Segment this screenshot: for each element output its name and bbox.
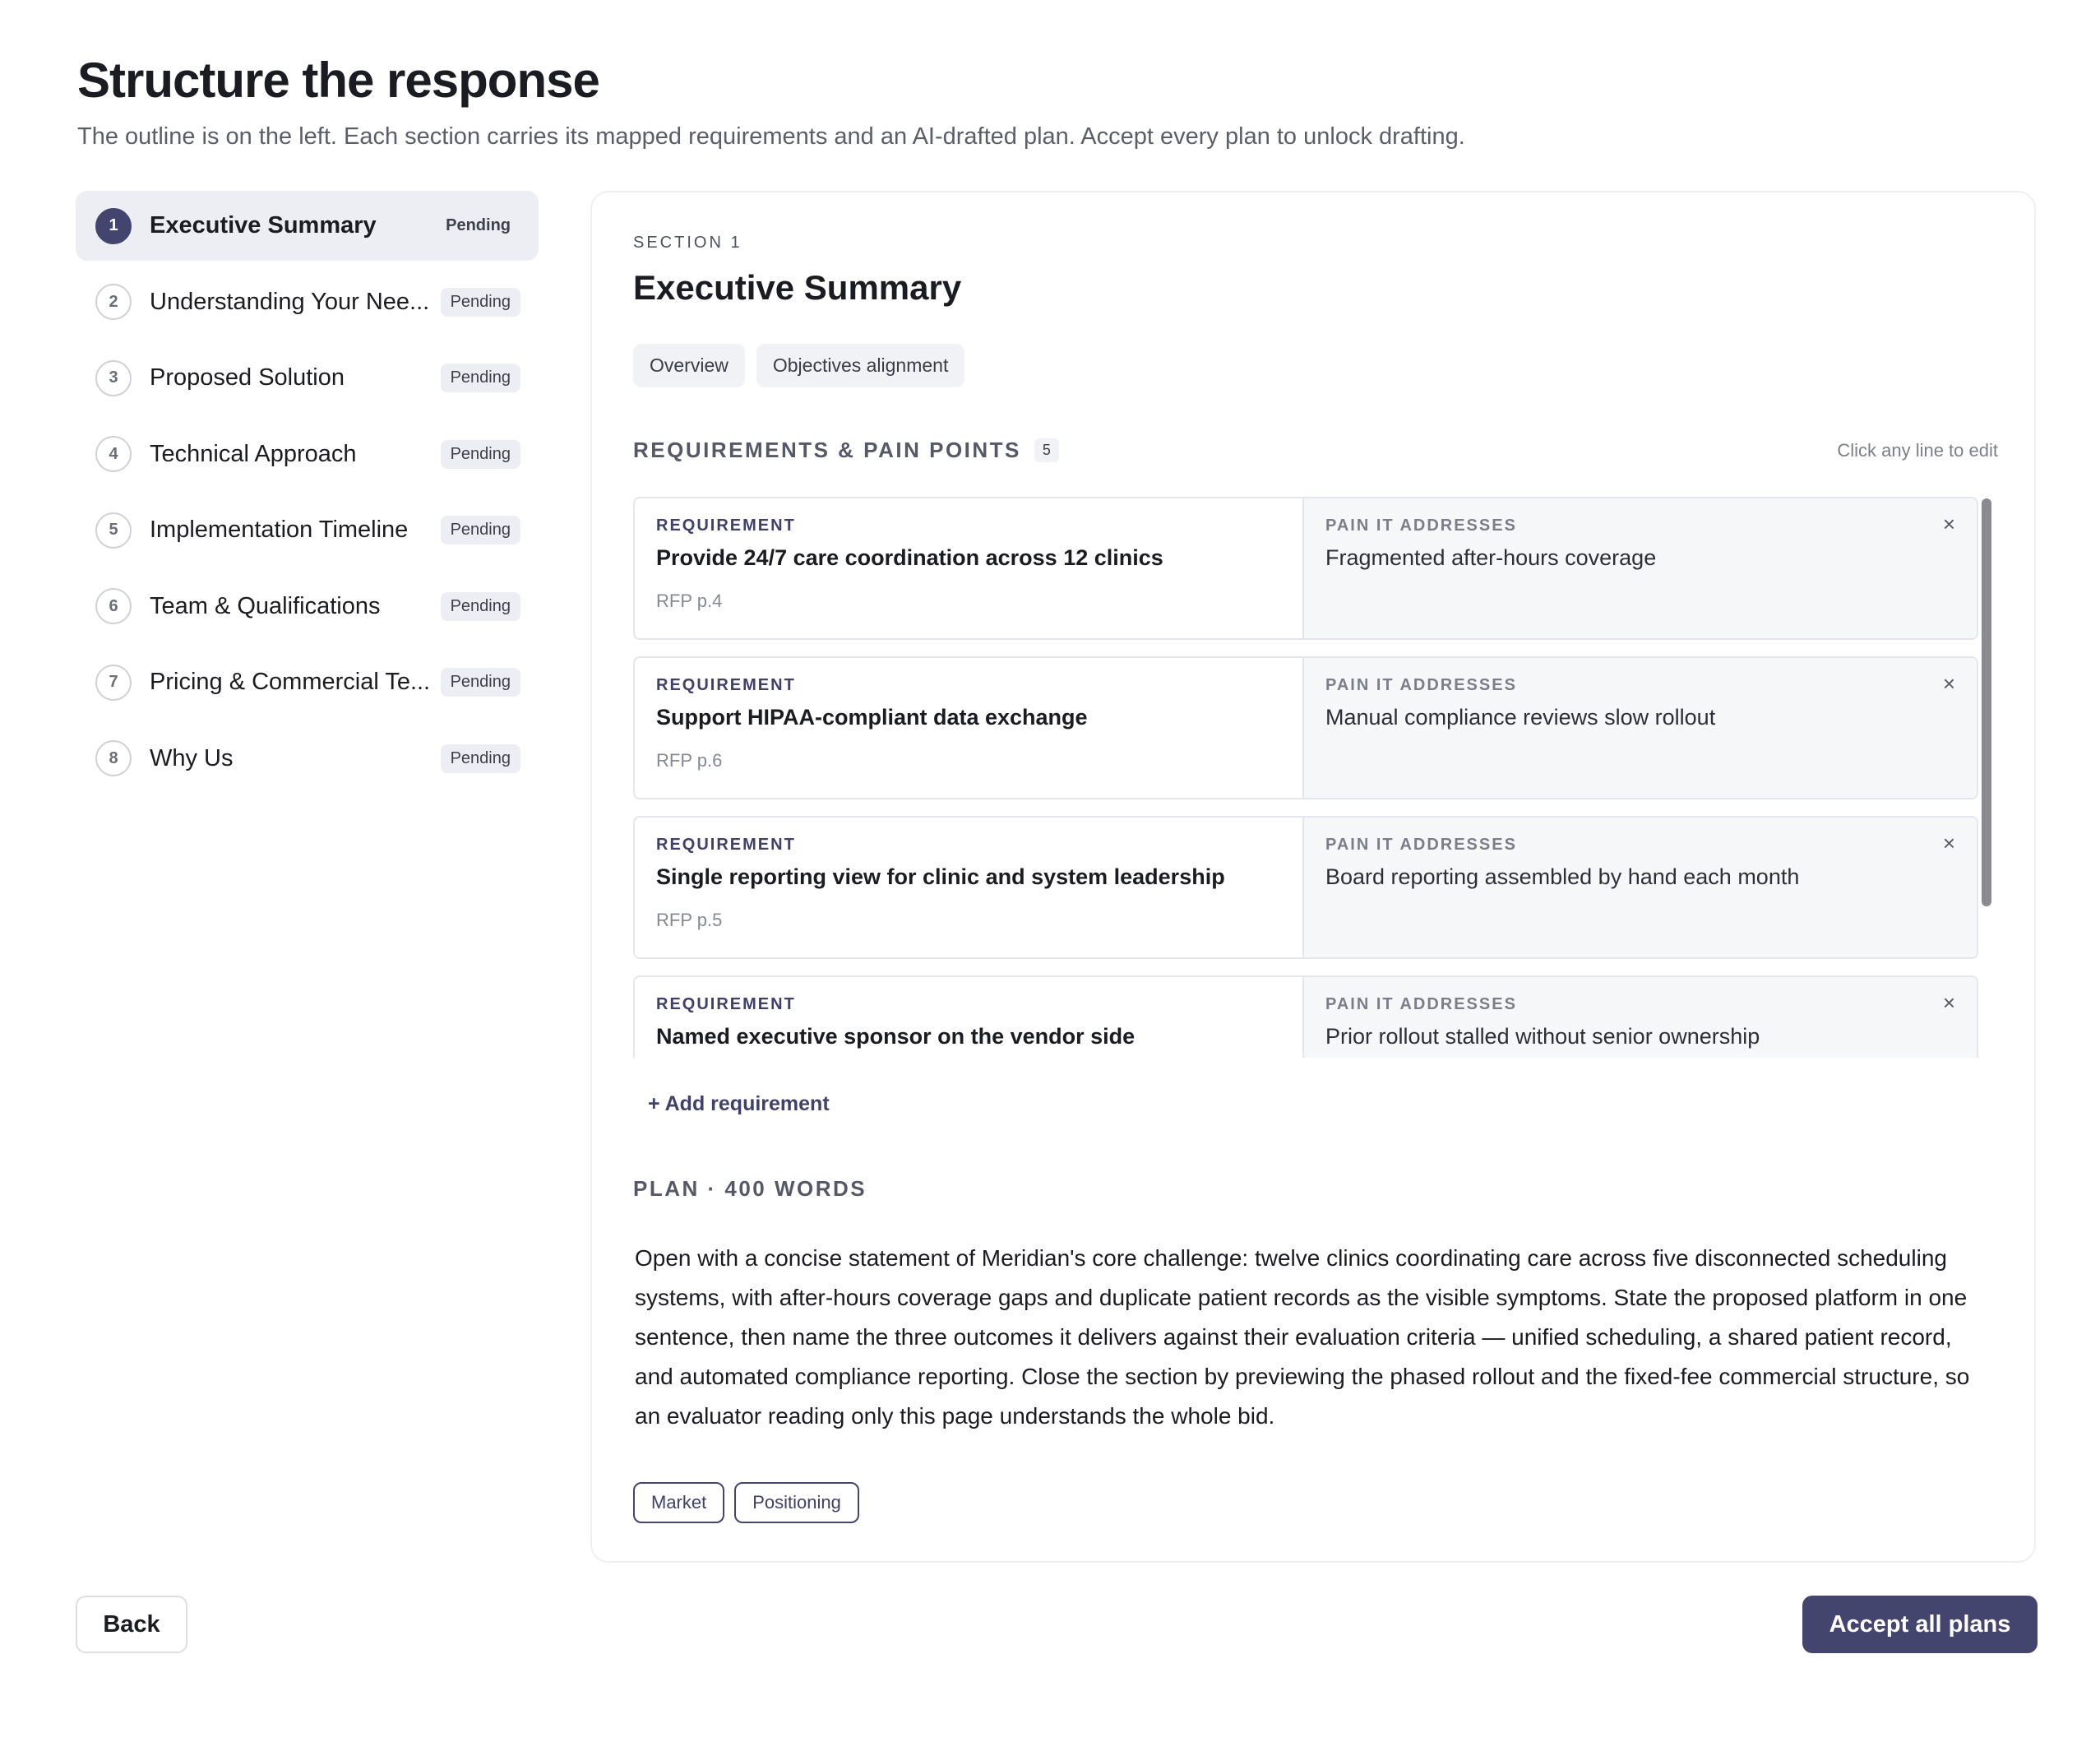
requirement-ref: RFP p.4	[656, 591, 723, 611]
requirement-cell[interactable]: REQUIREMENT Single reporting view for cl…	[635, 818, 1304, 957]
outline-label: Team & Qualifications	[150, 592, 381, 619]
requirement-cell[interactable]: REQUIREMENT Provide 24/7 care coordinati…	[635, 498, 1304, 638]
requirements-scrollbar[interactable]	[1982, 498, 1991, 906]
plan-tag[interactable]: Positioning	[734, 1482, 859, 1523]
outline-item-team-qualifications[interactable]: 6 Team & Qualifications Pending	[76, 572, 539, 642]
requirements-hint: Click any line to edit	[1837, 439, 1998, 461]
status-badge: Pending	[440, 668, 520, 697]
requirement-label: REQUIREMENT	[656, 836, 796, 854]
pain-cell[interactable]: PAIN IT ADDRESSES Prior rollout stalled …	[1304, 977, 1977, 1058]
requirements-header: REQUIREMENTS & PAIN POINTS 5 Click any l…	[633, 438, 1998, 463]
pain-text[interactable]: Prior rollout stalled without senior own…	[1325, 1024, 1955, 1049]
outline-number: 8	[95, 740, 132, 776]
pain-text[interactable]: Manual compliance reviews slow rollout	[1325, 705, 1955, 730]
pain-text[interactable]: Fragmented after-hours coverage	[1325, 545, 1955, 571]
back-button[interactable]: Back	[76, 1596, 187, 1653]
add-requirement-button[interactable]: + Add requirement	[648, 1092, 830, 1116]
requirements-count: 5	[1034, 438, 1059, 462]
requirement-row[interactable]: REQUIREMENT Support HIPAA-compliant data…	[633, 656, 1978, 799]
requirement-label: REQUIREMENT	[656, 676, 796, 694]
section-title: Executive Summary	[633, 268, 962, 307]
outline-number: 7	[95, 664, 132, 701]
requirement-row[interactable]: REQUIREMENT Named executive sponsor on t…	[633, 975, 1978, 1058]
outline-label: Proposed Solution	[150, 364, 345, 391]
outline-item-implementation-timeline[interactable]: 5 Implementation Timeline Pending	[76, 495, 539, 565]
plan-tag[interactable]: Market	[633, 1482, 725, 1523]
outline-item-why-us[interactable]: 8 Why Us Pending	[76, 724, 539, 794]
page-subtitle: The outline is on the left. Each section…	[77, 123, 1465, 150]
requirement-text[interactable]: Support HIPAA-compliant data exchange	[656, 705, 1281, 730]
section-detail-card: SECTION 1 Executive Summary Overview Obj…	[590, 191, 2036, 1563]
requirement-ref: RFP p.6	[656, 750, 723, 771]
outline-label: Understanding Your Nee...	[150, 288, 430, 315]
requirement-row[interactable]: REQUIREMENT Provide 24/7 care coordinati…	[633, 497, 1978, 640]
pain-cell[interactable]: PAIN IT ADDRESSES Manual compliance revi…	[1304, 658, 1977, 798]
pain-label: PAIN IT ADDRESSES	[1325, 836, 1517, 854]
close-icon[interactable]: ×	[1943, 831, 1955, 856]
outline-number: 3	[95, 359, 132, 396]
section-outline: 1 Executive Summary Pending 2 Understand…	[76, 191, 539, 799]
pain-label: PAIN IT ADDRESSES	[1325, 995, 1517, 1013]
status-badge: Pending	[440, 364, 520, 392]
page-header: Structure the response The outline is on…	[77, 51, 1968, 151]
outline-item-understanding-your-needs[interactable]: 2 Understanding Your Nee... Pending	[76, 267, 539, 337]
outline-number: 1	[95, 207, 132, 244]
status-badge: Pending	[440, 591, 520, 621]
plan-body[interactable]: Open with a concise statement of Meridia…	[635, 1239, 1991, 1436]
status-badge: Pending	[440, 516, 520, 544]
section-tag: Objectives alignment	[756, 344, 965, 387]
requirement-label: REQUIREMENT	[656, 995, 796, 1013]
pain-label: PAIN IT ADDRESSES	[1325, 517, 1517, 535]
status-badge: Pending	[440, 744, 520, 773]
page-title: Structure the response	[77, 53, 600, 108]
section-eyebrow: SECTION 1	[633, 234, 742, 252]
outline-label: Technical Approach	[150, 440, 357, 467]
outline-number: 4	[95, 436, 132, 472]
requirements-heading: REQUIREMENTS & PAIN POINTS	[633, 438, 1021, 462]
close-icon[interactable]: ×	[1943, 990, 1955, 1016]
requirements-list[interactable]: REQUIREMENT Provide 24/7 care coordinati…	[633, 497, 1998, 1058]
requirement-text[interactable]: Provide 24/7 care coordination across 12…	[656, 545, 1281, 571]
requirement-cell[interactable]: REQUIREMENT Support HIPAA-compliant data…	[635, 658, 1304, 798]
outline-item-technical-approach[interactable]: 4 Technical Approach Pending	[76, 419, 539, 489]
accept-all-plans-button[interactable]: Accept all plans	[1802, 1596, 2038, 1653]
outline-item-pricing-commercial-terms[interactable]: 7 Pricing & Commercial Te... Pending	[76, 647, 539, 717]
status-badge: Pending	[446, 216, 511, 234]
pain-text[interactable]: Board reporting assembled by hand each m…	[1325, 864, 1955, 890]
outline-number: 5	[95, 512, 132, 549]
requirement-row[interactable]: REQUIREMENT Single reporting view for cl…	[633, 816, 1978, 959]
outline-number: 6	[95, 588, 132, 624]
requirement-text[interactable]: Single reporting view for clinic and sys…	[656, 864, 1281, 890]
status-badge: Pending	[440, 287, 520, 317]
plan-tags: Market Positioning	[633, 1482, 859, 1523]
plan-heading: PLAN · 400 WORDS	[633, 1176, 867, 1201]
section-tags: Overview Objectives alignment	[633, 344, 965, 387]
close-icon[interactable]: ×	[1943, 671, 1955, 697]
pain-label: PAIN IT ADDRESSES	[1325, 676, 1517, 694]
outline-item-executive-summary[interactable]: 1 Executive Summary Pending	[76, 191, 539, 261]
requirement-cell[interactable]: REQUIREMENT Named executive sponsor on t…	[635, 977, 1304, 1058]
outline-label: Implementation Timeline	[150, 517, 409, 543]
outline-label: Executive Summary	[150, 212, 377, 239]
pain-cell[interactable]: PAIN IT ADDRESSES Board reporting assemb…	[1304, 818, 1977, 957]
close-icon[interactable]: ×	[1943, 512, 1955, 537]
requirement-text[interactable]: Named executive sponsor on the vendor si…	[656, 1024, 1281, 1049]
status-badge: Pending	[440, 439, 520, 469]
requirement-label: REQUIREMENT	[656, 517, 796, 535]
section-tag: Overview	[633, 344, 745, 387]
outline-label: Pricing & Commercial Te...	[150, 669, 431, 695]
outline-item-proposed-solution[interactable]: 3 Proposed Solution Pending	[76, 343, 539, 413]
outline-label: Why Us	[150, 744, 234, 771]
pain-cell[interactable]: PAIN IT ADDRESSES Fragmented after-hours…	[1304, 498, 1977, 638]
outline-number: 2	[95, 284, 132, 320]
requirement-ref: RFP p.5	[656, 910, 723, 930]
